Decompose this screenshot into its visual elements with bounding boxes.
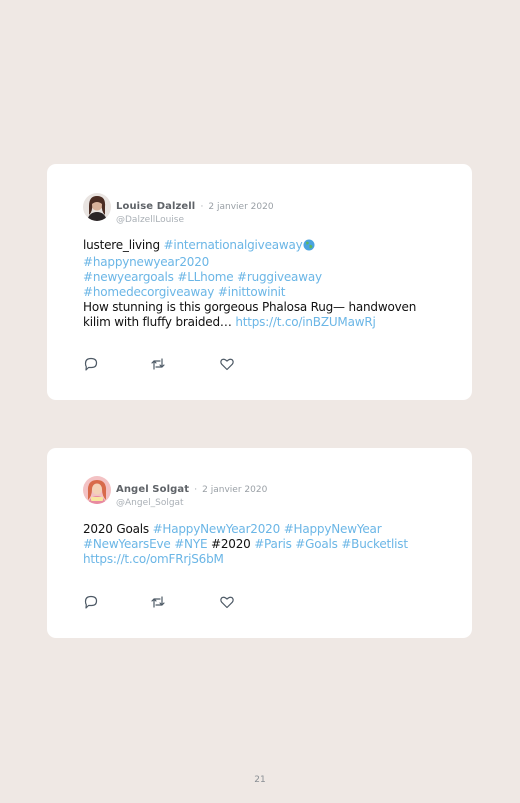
hashtag[interactable]: #Bucketlist xyxy=(341,537,408,551)
text-line: kilim with fluffy braided… xyxy=(83,315,236,329)
heart-icon[interactable] xyxy=(219,594,235,610)
tweet-link[interactable]: https://t.co/omFRrjS6bM xyxy=(83,552,224,566)
retweet-icon[interactable] xyxy=(150,356,166,372)
author-name[interactable]: Angel Solgat xyxy=(116,484,189,495)
hashtag[interactable]: #homedecorgiveaway xyxy=(83,285,214,299)
hashtag[interactable]: #LLhome xyxy=(177,270,233,284)
hashtag[interactable]: #Paris xyxy=(254,537,292,551)
hashtag[interactable]: #HappyNewYear xyxy=(284,522,382,536)
hashtag[interactable]: #Goals xyxy=(295,537,338,551)
hashtag[interactable]: #NYE xyxy=(174,537,207,551)
plain-hashtag: #2020 xyxy=(210,537,251,551)
tweet-header: Angel Solgat · 2 janvier 2020 @Angel_Sol… xyxy=(116,477,267,508)
avatar[interactable] xyxy=(83,193,111,221)
hashtag[interactable]: #happynewyear2020 xyxy=(83,255,209,269)
text-lead: 2020 Goals xyxy=(83,522,153,536)
text-lead: lustere_living xyxy=(83,238,164,252)
separator: · xyxy=(200,202,204,212)
retweet-icon[interactable] xyxy=(150,594,166,610)
page-number: 21 xyxy=(254,775,266,785)
hashtag[interactable]: #ruggiveaway xyxy=(237,270,322,284)
reply-icon[interactable] xyxy=(83,594,99,610)
tweet-text: 2020 Goals #HappyNewYear2020 #HappyNewYe… xyxy=(83,522,453,567)
hashtag[interactable]: #inittowinit xyxy=(218,285,286,299)
hashtag[interactable]: #internationalgiveaway xyxy=(163,238,302,252)
hashtag[interactable]: #NewYearsEve xyxy=(83,537,171,551)
author-handle[interactable]: @DalzellLouise xyxy=(116,215,274,225)
reply-icon[interactable] xyxy=(83,356,99,372)
hashtag[interactable]: #HappyNewYear2020 xyxy=(153,522,281,536)
tweet-card: Angel Solgat · 2 janvier 2020 @Angel_Sol… xyxy=(47,448,472,638)
author-name[interactable]: Louise Dalzell xyxy=(116,201,195,212)
hashtag[interactable]: #newyeargoals xyxy=(83,270,174,284)
globe-emoji-icon xyxy=(303,239,315,255)
tweet-header: Louise Dalzell · 2 janvier 2020 @Dalzell… xyxy=(116,194,274,225)
text-line: How stunning is this gorgeous Phalosa Ru… xyxy=(83,300,417,314)
tweet-card: Louise Dalzell · 2 janvier 2020 @Dalzell… xyxy=(47,164,472,400)
tweet-link[interactable]: https://t.co/inBZUMawRj xyxy=(235,315,375,329)
separator: · xyxy=(194,485,198,495)
tweet-date[interactable]: 2 janvier 2020 xyxy=(202,485,267,495)
author-handle[interactable]: @Angel_Solgat xyxy=(116,498,267,508)
tweet-date[interactable]: 2 janvier 2020 xyxy=(208,202,273,212)
avatar[interactable] xyxy=(83,476,111,504)
heart-icon[interactable] xyxy=(219,356,235,372)
tweet-text: lustere_living #internationalgiveaway #h… xyxy=(83,238,453,330)
